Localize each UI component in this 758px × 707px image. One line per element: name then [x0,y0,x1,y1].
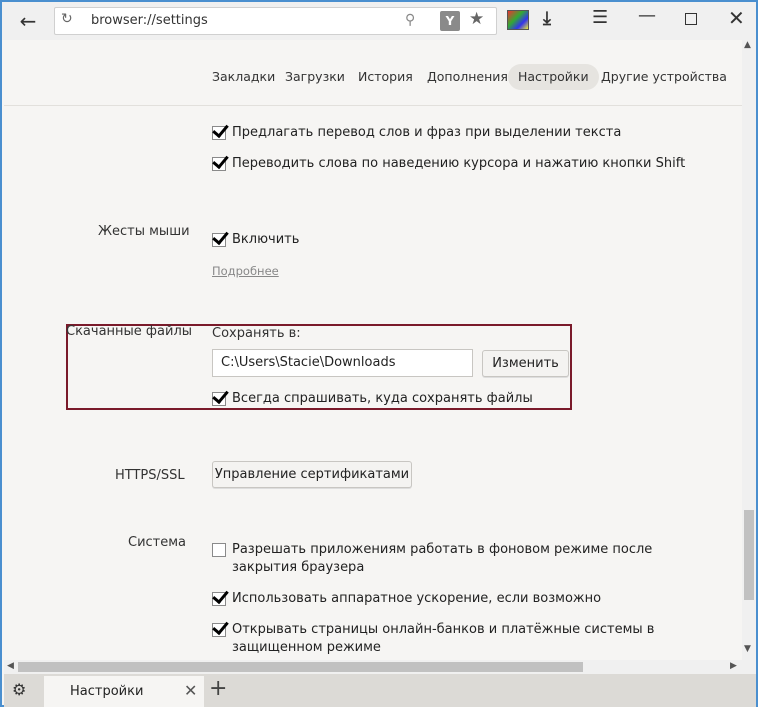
background-apps-checkbox[interactable] [212,543,226,557]
gestures-section-label: Жесты мыши [98,224,190,239]
scroll-left-icon[interactable]: ◀ [7,661,14,671]
translate-hover-label: Переводить слова по наведению курсора и … [232,156,686,171]
horizontal-scroll-thumb[interactable] [18,662,583,672]
gestures-enable-checkbox[interactable] [212,233,226,247]
tab-downloads[interactable]: Загрузки [275,64,355,90]
scroll-right-icon[interactable]: ▶ [730,661,737,671]
tab-settings[interactable]: Настройки [508,64,599,90]
gestures-enable-option[interactable]: Включить [212,231,299,249]
protected-mode-label: Открывать страницы онлайн-банков и платё… [232,622,655,655]
background-apps-label: Разрешать приложениям работать в фоновом… [232,542,653,575]
settings-nav: Закладки Загрузки История Дополнения Нас… [4,40,742,106]
download-path-field[interactable]: C:\Users\Stacie\Downloads [212,349,473,377]
background-apps-option[interactable]: Разрешать приложениям работать в фоновом… [212,541,692,577]
translate-selection-label: Предлагать перевод слов и фраз при выдел… [232,125,622,140]
translate-selection-checkbox[interactable] [212,126,226,140]
download-icon[interactable]: ⤓ [543,8,551,29]
settings-page: Закладки Загрузки История Дополнения Нас… [4,40,742,660]
always-ask-option[interactable]: Всегда спрашивать, куда сохранять файлы [212,390,533,408]
gestures-more-link[interactable]: Подробнее [212,264,279,278]
protected-mode-checkbox[interactable] [212,623,226,637]
always-ask-checkbox[interactable] [212,392,226,406]
change-download-path-button[interactable]: Изменить [482,350,569,377]
tab-history[interactable]: История [348,64,423,90]
maximize-icon[interactable] [685,13,697,25]
hw-acceleration-label: Использовать аппаратное ускорение, если … [232,591,602,606]
translate-hover-checkbox[interactable] [212,157,226,171]
extension-icon[interactable] [507,10,529,30]
browser-window: ← ↻ browser://settings ⚲ Y ★ ⤓ ☰ — ✕ Зак… [0,0,758,707]
scroll-down-icon[interactable]: ▼ [744,644,751,654]
search-icon[interactable]: ⚲ [405,12,415,28]
close-tab-icon[interactable]: ✕ [184,681,197,700]
browser-tab-label: Настройки [70,684,144,699]
vertical-scroll-thumb[interactable] [744,510,754,600]
address-bar[interactable]: ↻ browser://settings ⚲ Y ★ [54,7,497,35]
gestures-enable-label: Включить [232,232,300,247]
close-window-icon[interactable]: ✕ [728,6,745,30]
downloads-section-label: Скачанные файлы [66,324,193,339]
save-to-label: Сохранять в: [212,326,301,341]
address-text[interactable]: browser://settings [91,13,208,28]
minimize-icon[interactable]: — [638,5,656,26]
vertical-scrollbar[interactable]: ▲ ▼ [742,40,756,660]
system-section-label: Система [128,535,187,550]
tab-bookmarks[interactable]: Закладки [202,64,285,90]
hw-acceleration-checkbox[interactable] [212,592,226,606]
back-button[interactable]: ← [8,6,48,36]
toolbar: ← ↻ browser://settings ⚲ Y ★ ⤓ ☰ — ✕ [2,2,756,40]
translate-hover-option[interactable]: Переводить слова по наведению курсора и … [212,155,685,173]
translate-selection-option[interactable]: Предлагать перевод слов и фраз при выдел… [212,124,621,142]
new-tab-icon[interactable]: + [209,676,227,701]
browser-tab-settings[interactable]: Настройки ✕ [44,676,204,707]
https-section-label: HTTPS/SSL [115,468,185,483]
scroll-up-icon[interactable]: ▲ [744,40,751,50]
yandex-protect-icon[interactable]: Y [440,11,460,31]
tab-extensions[interactable]: Дополнения [417,64,518,90]
menu-icon[interactable]: ☰ [592,7,608,28]
bookmark-star-icon[interactable]: ★ [469,9,484,29]
arrow-left-icon: ← [19,9,37,33]
horizontal-scrollbar[interactable]: ◀ ▶ [4,660,756,674]
tab-other-devices[interactable]: Другие устройства [591,64,737,90]
gear-icon[interactable]: ⚙ [12,680,26,699]
tab-bar: ⚙ Настройки ✕ + [4,674,756,707]
always-ask-label: Всегда спрашивать, куда сохранять файлы [232,391,533,406]
protected-mode-option[interactable]: Открывать страницы онлайн-банков и платё… [212,621,702,657]
manage-certificates-button[interactable]: Управление сертификатами [212,461,412,488]
hw-acceleration-option[interactable]: Использовать аппаратное ускорение, если … [212,590,601,608]
reload-icon[interactable]: ↻ [61,11,73,27]
